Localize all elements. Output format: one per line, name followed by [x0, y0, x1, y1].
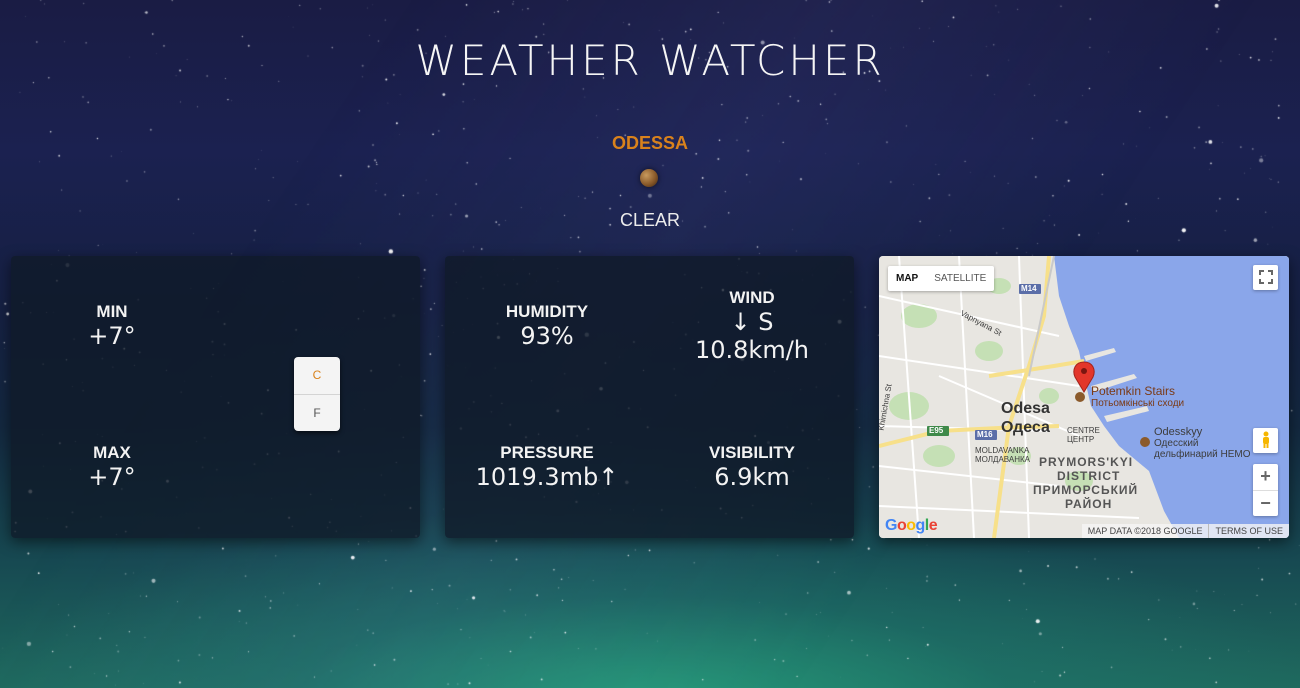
road-m14-label: M14 — [1021, 284, 1037, 293]
wind-speed: 10.8km/h — [694, 336, 809, 364]
city-local-label: Одеса — [1001, 419, 1050, 436]
humidity-value: 93% — [520, 322, 574, 350]
map-card[interactable]: M14 E95 M16 Vapnyana St Khimichna St Pot… — [879, 256, 1289, 538]
google-logo: Google — [885, 517, 938, 534]
zoom-in-button[interactable]: + — [1253, 464, 1278, 491]
min-value: +7° — [88, 322, 136, 350]
visibility-value: 6.9km — [714, 463, 790, 491]
celsius-option[interactable]: C — [294, 357, 340, 395]
map-type-map-button[interactable]: MAP — [888, 266, 926, 291]
app-title: WEATHER WATCHER — [415, 36, 885, 85]
map-type-satellite-button[interactable]: SATELLITE — [926, 266, 994, 291]
wind-label: WIND — [729, 288, 775, 307]
humidity-stat: HUMIDITY 93% — [487, 302, 607, 350]
poi-dolphinarium-local-label-b: дельфинарий НЕМО — [1154, 449, 1251, 460]
map-data-attribution: MAP DATA ©2018 GOOGLE — [1087, 526, 1203, 536]
fahrenheit-option[interactable]: F — [294, 395, 340, 432]
moon-icon — [640, 169, 658, 187]
temperature-card: MIN +7° MAX +7° C F — [11, 256, 420, 538]
street-view-button[interactable] — [1253, 428, 1278, 453]
fullscreen-icon — [1258, 270, 1273, 284]
centre-local-label: ЦЕНТР — [1067, 435, 1095, 444]
humidity-label: HUMIDITY — [505, 302, 589, 321]
terms-of-use-link[interactable]: TERMS OF USE — [1208, 524, 1289, 538]
marker-name-label: Potemkin Stairs — [1091, 384, 1176, 398]
district-moldavanka-label: MOLDAVANKA — [975, 446, 1030, 455]
district-prymorskyi-local-label-b: РАЙОН — [1065, 497, 1113, 511]
visibility-label: VISIBILITY — [709, 443, 795, 462]
district-moldavanka-local-label: МОЛДАВАНКА — [975, 455, 1030, 464]
city-label: Odesa — [1001, 400, 1050, 417]
wind-stat: WIND ↓ S 10.8km/h — [672, 288, 832, 364]
pegman-icon — [1262, 431, 1269, 448]
pressure-value: 1019.3mb↑ — [475, 463, 619, 491]
visibility-stat: VISIBILITY 6.9km — [692, 443, 812, 491]
max-label: MAX — [93, 443, 131, 462]
poi-dolphinarium-label: Odesskyy — [1154, 426, 1203, 438]
map-attribution: MAP DATA ©2018 GOOGLE TERMS OF USE — [1081, 524, 1289, 538]
fullscreen-button[interactable] — [1253, 265, 1278, 290]
road-m16-label: M16 — [977, 430, 993, 439]
min-temperature: MIN +7° — [62, 302, 162, 350]
weather-condition: CLEAR — [619, 210, 681, 230]
marker-name-local-label: Потьомкінські сходи — [1091, 398, 1185, 409]
pressure-stat: PRESSURE 1019.3mb↑ — [467, 443, 627, 491]
max-value: +7° — [88, 463, 136, 491]
max-temperature: MAX +7° — [62, 443, 162, 491]
zoom-out-button[interactable]: − — [1253, 491, 1278, 517]
zoom-control[interactable]: + − — [1253, 464, 1278, 516]
poi-dolphinarium-local-label: Одесский — [1154, 438, 1199, 449]
unit-toggle[interactable]: C F — [294, 357, 340, 431]
district-prymorskyi-local-label: ПРИМОРСЬКИЙ — [1033, 483, 1139, 497]
pressure-label: PRESSURE — [500, 443, 594, 462]
map-type-control[interactable]: MAP SATELLITE — [888, 266, 995, 291]
min-label: MIN — [96, 302, 128, 321]
city-name: ODESSA — [611, 133, 689, 153]
district-prymorskyi-label-b: DISTRICT — [1057, 469, 1121, 483]
stats-card: HUMIDITY 93% WIND ↓ S 10.8km/h PRESSURE … — [445, 256, 854, 538]
road-e95-label: E95 — [929, 426, 944, 435]
district-prymorskyi-label: PRYMORS'KYI — [1039, 455, 1134, 469]
centre-label: CENTRE — [1067, 426, 1100, 435]
wind-direction: ↓ S — [730, 308, 774, 336]
